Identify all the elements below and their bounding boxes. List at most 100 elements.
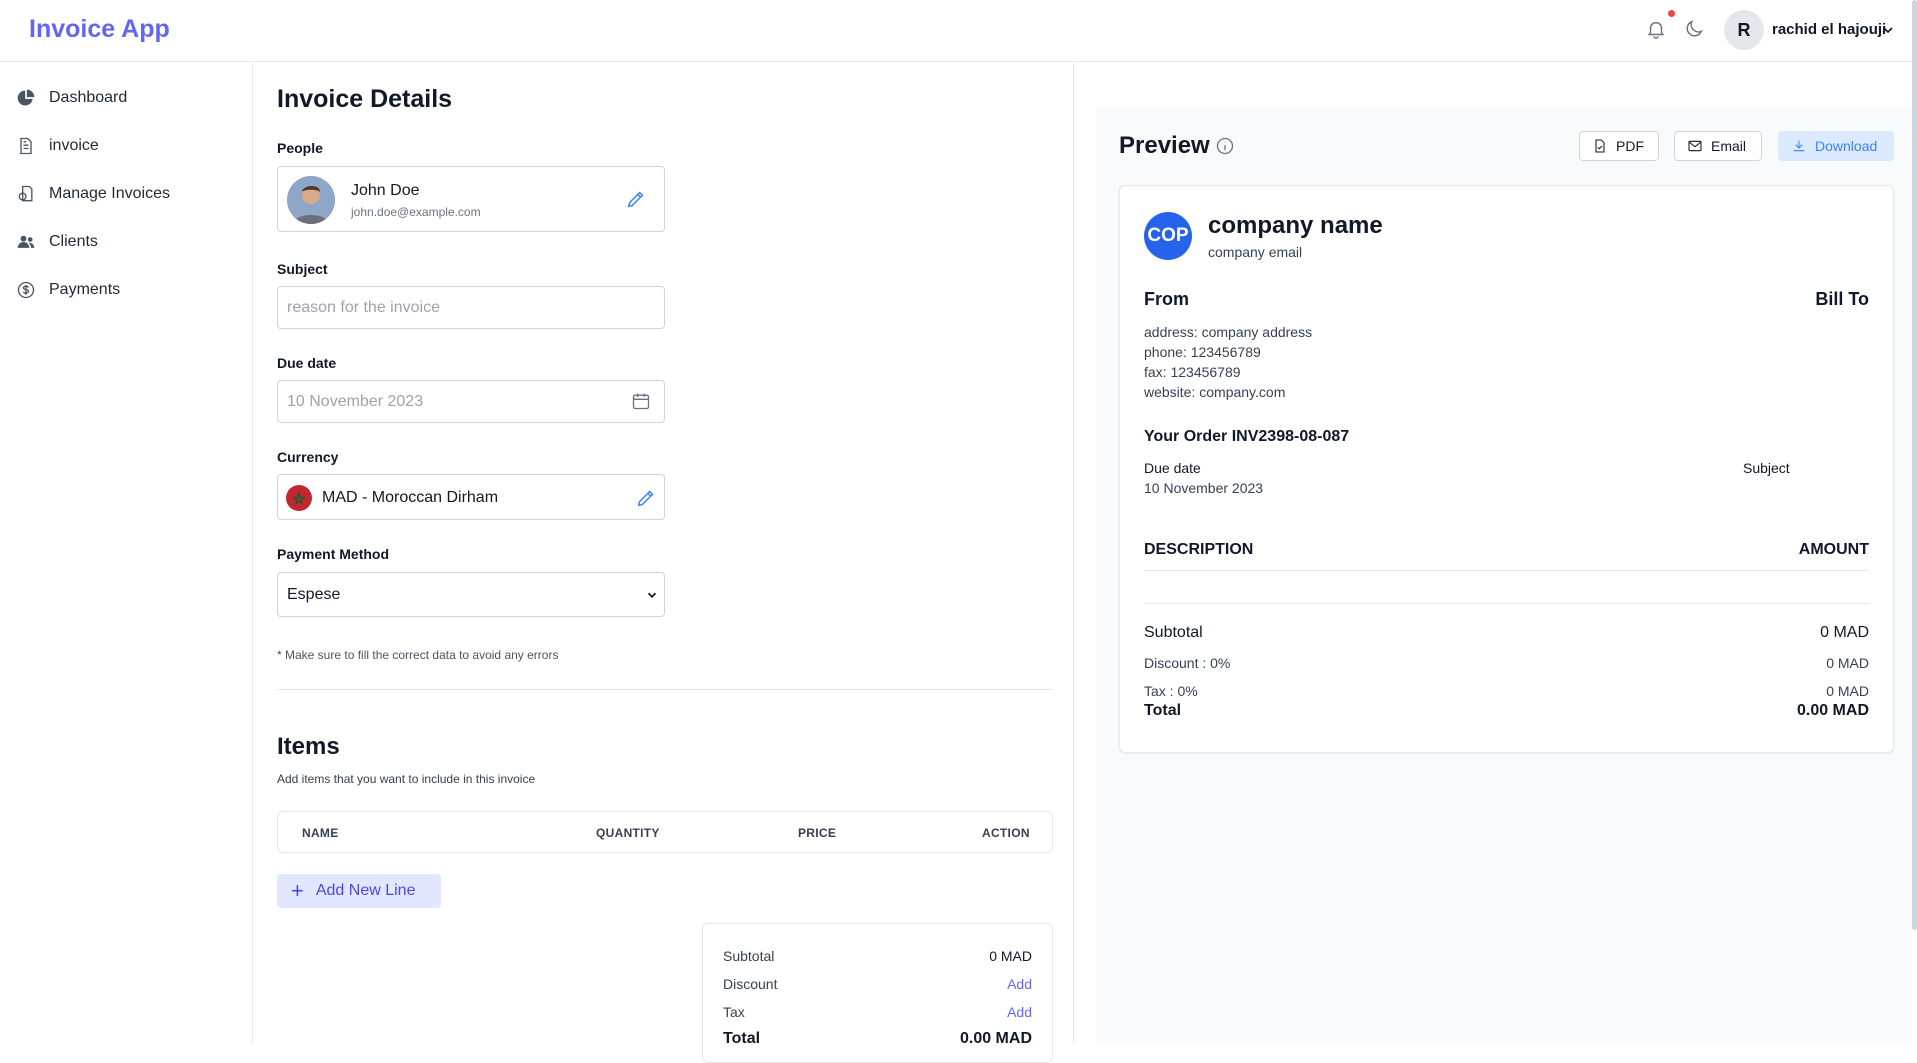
- pie-chart-icon: [17, 89, 35, 106]
- column-header-price: PRICE: [798, 826, 837, 840]
- user-avatar[interactable]: R: [1724, 10, 1764, 50]
- app-logo[interactable]: Invoice App: [29, 15, 170, 44]
- download-button-label: Download: [1815, 138, 1878, 154]
- add-discount-link[interactable]: Add: [1007, 976, 1032, 992]
- pencil-icon[interactable]: [625, 188, 647, 210]
- company-address: address: company address: [1144, 324, 1313, 340]
- sidebar-item-label: invoice: [49, 137, 99, 154]
- discount-value: 0 MAD: [1826, 655, 1869, 671]
- total-value: 0.00 MAD: [959, 1030, 1032, 1047]
- column-header-action: ACTION: [982, 826, 1030, 840]
- user-name[interactable]: rachid el hajouji: [1772, 21, 1886, 38]
- total-label: Total: [1144, 702, 1182, 719]
- total-label: Total: [723, 1030, 761, 1047]
- bill-to-heading: Bill To: [1815, 289, 1869, 309]
- currency-selector[interactable]: MAD - Moroccan Dirham: [277, 474, 665, 520]
- moon-icon[interactable]: [1683, 18, 1707, 42]
- calendar-icon[interactable]: [631, 391, 651, 411]
- plus-icon: +: [291, 878, 304, 903]
- users-icon: [17, 235, 35, 248]
- pencil-icon[interactable]: [635, 487, 657, 509]
- company-phone: phone: 123456789: [1144, 344, 1261, 360]
- subtotal-row: Subtotal 0 MAD: [723, 948, 1032, 964]
- sidebar-item-label: Clients: [49, 233, 98, 250]
- items-title: Items: [277, 733, 340, 760]
- notification-dot: [1668, 10, 1675, 17]
- payment-method-value: Espese: [287, 586, 341, 603]
- email-button[interactable]: Email: [1674, 131, 1762, 161]
- items-table-header: NAME QUANTITY PRICE ACTION: [277, 811, 1053, 853]
- subtotal-value: 0 MAD: [1820, 624, 1869, 641]
- payment-method-select[interactable]: Espese: [277, 572, 665, 617]
- bell-icon[interactable]: [1645, 18, 1669, 42]
- preview-subtotal-row: Subtotal 0 MAD: [1144, 624, 1869, 642]
- preview-title: Preview: [1119, 132, 1210, 159]
- scrollbar[interactable]: [1912, 0, 1917, 930]
- add-new-line-button[interactable]: + Add New Line: [277, 874, 441, 908]
- subtotal-label: Subtotal: [723, 948, 775, 964]
- subject-input[interactable]: reason for the invoice: [277, 286, 665, 329]
- preview-discount-row: Discount : 0% 0 MAD: [1144, 655, 1869, 671]
- tax-label: Tax: [723, 1004, 745, 1020]
- preview-tax-row: Tax : 0% 0 MAD: [1144, 683, 1869, 699]
- chevron-down-icon: [645, 588, 659, 602]
- company-logo-badge: COP: [1144, 212, 1192, 260]
- column-header-name: NAME: [302, 826, 339, 840]
- person-avatar: [287, 176, 335, 224]
- top-header: Invoice App R rachid el hajouji: [0, 0, 1917, 62]
- order-number: Your Order INV2398-08-087: [1144, 428, 1350, 445]
- sidebar: Dashboard invoice Manage Invoices Client…: [0, 63, 253, 1043]
- payment-method-label: Payment Method: [277, 546, 390, 562]
- people-label: People: [277, 140, 323, 156]
- due-date-label: Due date: [1144, 460, 1201, 476]
- totals-box: Subtotal 0 MAD Discount Add Tax Add Tota…: [702, 923, 1053, 1063]
- tax-label: Tax : 0%: [1144, 683, 1198, 699]
- discount-label: Discount : 0%: [1144, 655, 1231, 671]
- sidebar-item-manage-invoices[interactable]: Manage Invoices: [16, 180, 170, 208]
- pdf-button[interactable]: PDF: [1579, 131, 1659, 161]
- manage-icon: [18, 185, 33, 202]
- total-row: Total 0.00 MAD: [723, 1030, 1032, 1048]
- pdf-button-label: PDF: [1616, 138, 1644, 154]
- company-website: website: company.com: [1144, 384, 1286, 400]
- divider: [1144, 603, 1869, 604]
- person-selector[interactable]: John Doe john.doe@example.com: [277, 166, 665, 232]
- divider: [1144, 570, 1869, 571]
- sidebar-item-invoice[interactable]: invoice: [16, 132, 99, 160]
- subtotal-value: 0 MAD: [989, 948, 1032, 964]
- person-name: John Doe: [351, 182, 420, 199]
- subtotal-label: Subtotal: [1144, 624, 1203, 641]
- due-date-input[interactable]: 10 November 2023: [277, 380, 665, 423]
- chevron-down-icon[interactable]: [1880, 22, 1896, 38]
- sidebar-item-label: Dashboard: [49, 89, 128, 106]
- sidebar-item-payments[interactable]: Payments: [16, 276, 120, 304]
- company-email: company email: [1208, 244, 1303, 260]
- currency-label: Currency: [277, 449, 339, 465]
- sidebar-item-dashboard[interactable]: Dashboard: [16, 84, 127, 112]
- mail-icon: [1688, 140, 1702, 152]
- from-heading: From: [1144, 289, 1189, 309]
- tax-value: 0 MAD: [1826, 683, 1869, 699]
- sidebar-item-label: Payments: [49, 281, 121, 298]
- tax-row: Tax Add: [723, 1004, 1032, 1020]
- morocco-flag-icon: [286, 485, 312, 511]
- description-header: DESCRIPTION: [1144, 541, 1254, 558]
- invoice-preview-card: COP company name company email From Bill…: [1119, 185, 1894, 753]
- info-icon[interactable]: [1215, 136, 1235, 156]
- add-tax-link[interactable]: Add: [1007, 1004, 1032, 1020]
- download-button[interactable]: Download: [1778, 131, 1894, 161]
- company-name: company name: [1208, 212, 1383, 239]
- preview-panel: Preview PDF Email Download COP company n…: [1096, 107, 1912, 1043]
- add-new-line-label: Add New Line: [315, 882, 416, 899]
- email-button-label: Email: [1711, 138, 1747, 154]
- due-date-label: Due date: [277, 355, 337, 371]
- person-email: john.doe@example.com: [351, 205, 481, 219]
- company-fax: fax: 123456789: [1144, 364, 1241, 380]
- discount-row: Discount Add: [723, 976, 1032, 992]
- currency-value: MAD - Moroccan Dirham: [322, 489, 499, 506]
- sidebar-item-clients[interactable]: Clients: [16, 228, 98, 256]
- items-subtitle: Add items that you want to include in th…: [277, 772, 536, 786]
- pdf-file-icon: [1595, 139, 1605, 153]
- section-divider: [277, 689, 1053, 690]
- due-date-value: 10 November 2023: [1144, 480, 1264, 496]
